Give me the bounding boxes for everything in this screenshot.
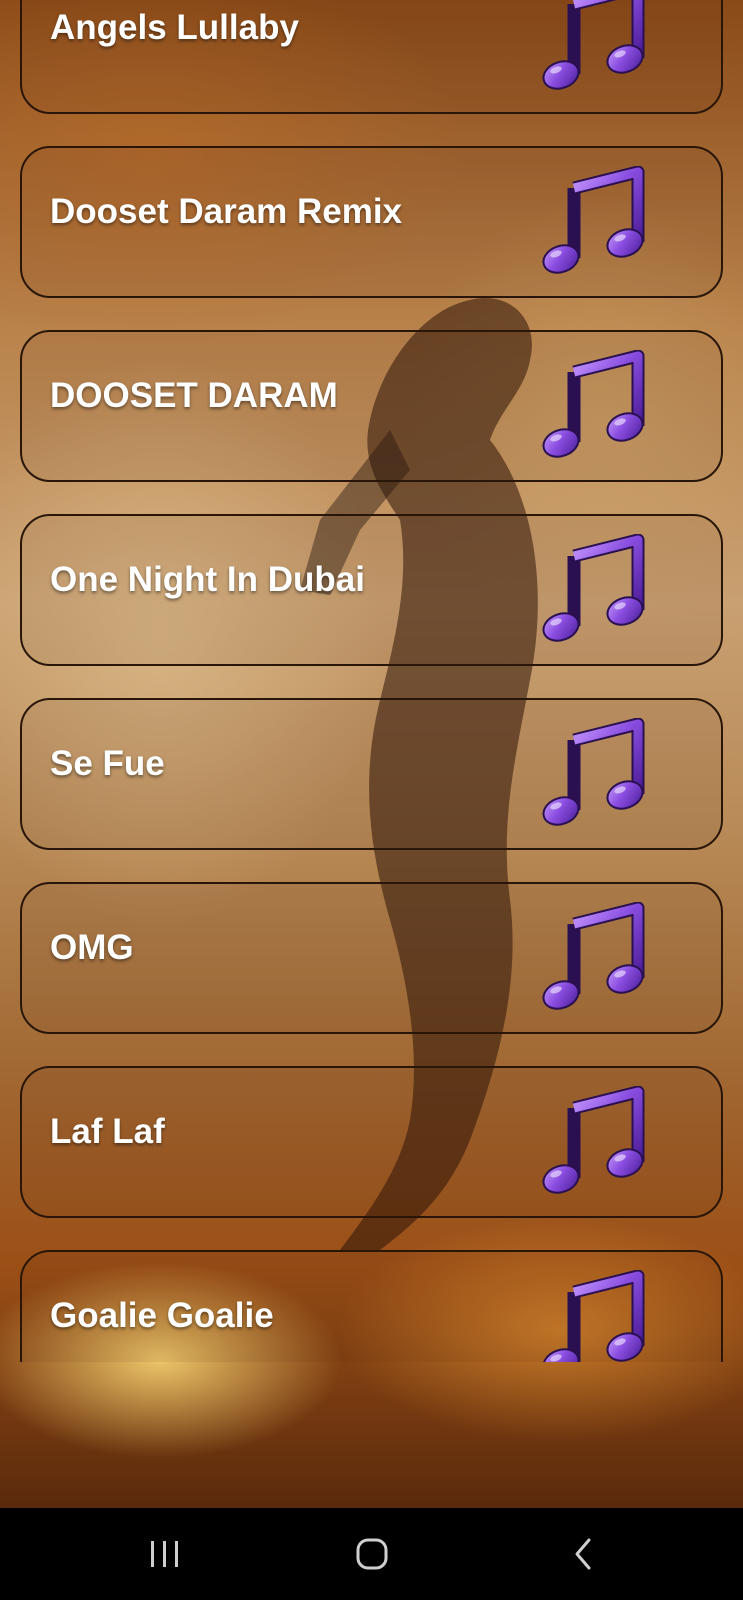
home-button[interactable]	[342, 1528, 402, 1580]
music-note-icon	[540, 0, 650, 92]
music-note-icon	[540, 718, 650, 828]
song-title: Laf Laf	[50, 1112, 165, 1151]
song-item[interactable]: DOOSET DARAM	[20, 330, 723, 482]
song-item[interactable]: Se Fue	[20, 698, 723, 850]
home-icon	[356, 1538, 388, 1570]
song-item[interactable]: Goalie Goalie	[20, 1250, 723, 1362]
music-note-icon	[540, 166, 650, 276]
back-button[interactable]	[553, 1528, 613, 1580]
song-title: DOOSET DARAM	[50, 376, 338, 415]
song-title: Se Fue	[50, 744, 165, 783]
song-item[interactable]: One Night In Dubai	[20, 514, 723, 666]
song-list: Angels Lullaby Dooset Daram Remix DOOSET…	[0, 0, 743, 1362]
song-item[interactable]: OMG	[20, 882, 723, 1034]
recent-apps-icon	[151, 1541, 178, 1567]
song-item[interactable]: Laf Laf	[20, 1066, 723, 1218]
song-title: Angels Lullaby	[50, 8, 299, 47]
song-item[interactable]: Angels Lullaby	[20, 0, 723, 114]
music-note-icon	[540, 350, 650, 460]
song-title: Dooset Daram Remix	[50, 192, 403, 231]
recent-apps-button[interactable]	[135, 1528, 195, 1580]
song-title: OMG	[50, 928, 134, 967]
back-icon	[575, 1538, 591, 1570]
song-title: One Night In Dubai	[50, 560, 365, 599]
music-note-icon	[540, 1086, 650, 1196]
system-navigation-bar	[0, 1508, 743, 1600]
music-note-icon	[540, 1270, 650, 1362]
song-title: Goalie Goalie	[50, 1296, 274, 1335]
music-note-icon	[540, 534, 650, 644]
music-note-icon	[540, 902, 650, 1012]
song-item[interactable]: Dooset Daram Remix	[20, 146, 723, 298]
